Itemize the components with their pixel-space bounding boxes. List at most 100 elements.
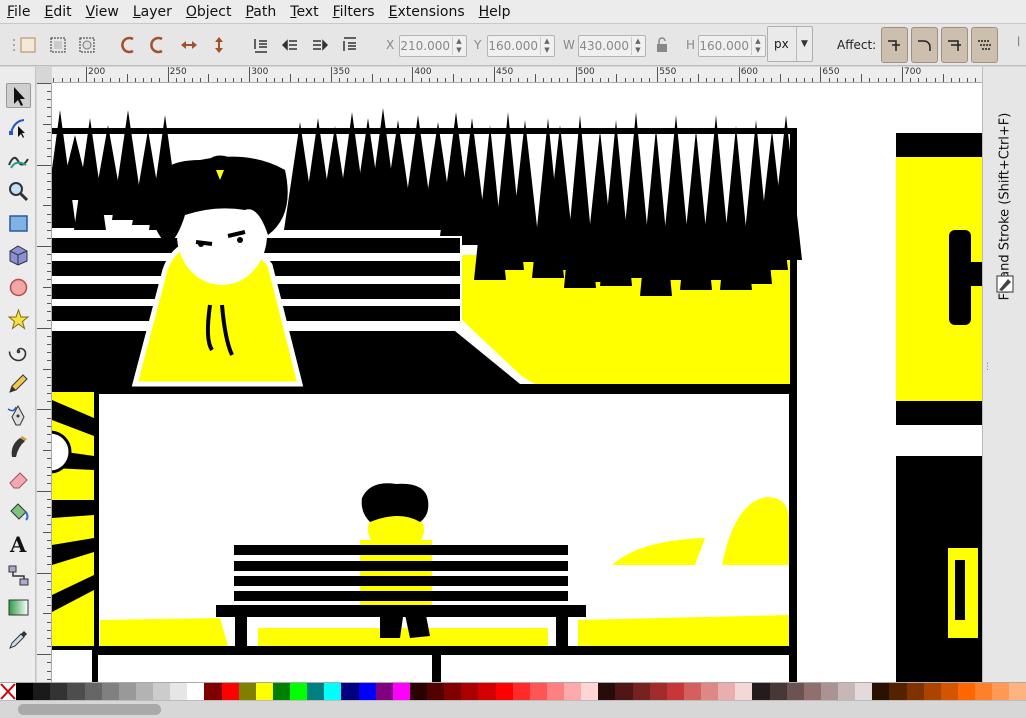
color-swatch[interactable]	[855, 683, 873, 700]
menu-help[interactable]: Help	[472, 0, 518, 24]
color-swatch[interactable]	[187, 683, 205, 700]
deselect-icon[interactable]	[77, 35, 97, 55]
color-swatch[interactable]	[255, 683, 273, 700]
color-swatch[interactable]	[238, 683, 256, 700]
y-spin-arrows[interactable]: ▲ ▼	[540, 37, 553, 55]
text-tool-icon[interactable]: A	[6, 531, 31, 557]
flip-horizontal-icon[interactable]	[179, 35, 199, 55]
menu-edit[interactable]: Edit	[37, 0, 78, 24]
pencil-tool-icon[interactable]	[6, 371, 31, 396]
dock-handle-icon[interactable]: ⋮	[983, 363, 992, 383]
color-swatch[interactable]	[992, 683, 1010, 700]
unit-select[interactable]: px ▼	[767, 26, 813, 62]
raise-to-top-icon[interactable]	[340, 35, 360, 55]
color-swatch[interactable]	[769, 683, 787, 700]
rotate-ccw-icon[interactable]	[119, 35, 139, 55]
menu-path[interactable]: Path	[238, 0, 283, 24]
affect-stroke-width-button[interactable]	[881, 27, 908, 63]
color-swatch[interactable]	[872, 683, 890, 700]
color-swatch[interactable]	[153, 683, 171, 700]
gradient-tool-icon[interactable]	[6, 595, 31, 620]
select-all-icon[interactable]	[18, 35, 38, 55]
w-spin-arrows[interactable]: ▲ ▼	[631, 37, 644, 55]
raise-icon[interactable]	[310, 35, 330, 55]
scrollbar-thumb[interactable]	[18, 704, 161, 715]
rectangle-tool-icon[interactable]	[6, 211, 31, 236]
color-swatch[interactable]	[735, 683, 753, 700]
flip-vertical-icon[interactable]	[209, 35, 229, 55]
3d-box-tool-icon[interactable]	[6, 243, 31, 268]
color-swatch[interactable]	[820, 683, 838, 700]
paint-bucket-tool-icon[interactable]	[6, 499, 31, 524]
color-swatch[interactable]	[1009, 683, 1026, 700]
pen-tool-icon[interactable]	[6, 403, 31, 428]
color-swatch[interactable]	[461, 683, 479, 700]
rotate-cw-icon[interactable]	[148, 35, 168, 55]
color-swatch[interactable]	[632, 683, 650, 700]
color-swatch[interactable]	[324, 683, 342, 700]
color-swatch[interactable]	[204, 683, 222, 700]
height-field[interactable]: 160.000 ▲ ▼	[698, 35, 766, 57]
color-swatch[interactable]	[701, 683, 719, 700]
menu-layer[interactable]: Layer	[126, 0, 179, 24]
color-swatch[interactable]	[33, 683, 51, 700]
x-spin-arrows[interactable]: ▲ ▼	[452, 37, 465, 55]
calligraphy-tool-icon[interactable]	[6, 435, 31, 460]
color-swatch[interactable]	[375, 683, 393, 700]
color-swatch[interactable]	[906, 683, 924, 700]
menu-filters[interactable]: Filters	[326, 0, 382, 24]
affect-rounded-corners-button[interactable]	[911, 27, 938, 63]
color-swatch[interactable]	[923, 683, 941, 700]
color-swatch[interactable]	[170, 683, 188, 700]
color-swatch[interactable]	[838, 683, 856, 700]
node-tool-icon[interactable]	[6, 115, 31, 140]
menu-object[interactable]: Object	[179, 0, 239, 24]
color-swatch[interactable]	[341, 683, 359, 700]
color-swatch[interactable]	[529, 683, 547, 700]
color-swatch[interactable]	[358, 683, 376, 700]
h-spin-arrows[interactable]: ▲ ▼	[751, 37, 764, 55]
lower-icon[interactable]	[280, 35, 300, 55]
color-swatch[interactable]	[546, 683, 564, 700]
color-swatch[interactable]	[307, 683, 325, 700]
color-swatch[interactable]	[683, 683, 701, 700]
color-swatch[interactable]	[478, 683, 496, 700]
color-swatch[interactable]	[444, 683, 462, 700]
color-swatch[interactable]	[135, 683, 153, 700]
color-swatch[interactable]	[16, 683, 34, 700]
color-swatch[interactable]	[957, 683, 975, 700]
color-swatch[interactable]	[512, 683, 530, 700]
fill-stroke-tab[interactable]: Fill and Stroke (Shift+Ctrl+F)	[993, 79, 1017, 359]
color-swatch[interactable]	[118, 683, 136, 700]
horizontal-scrollbar[interactable]	[0, 700, 1026, 718]
affect-patterns-button[interactable]	[971, 27, 998, 63]
selector-tool-icon[interactable]	[6, 83, 31, 108]
color-swatch[interactable]	[272, 683, 290, 700]
color-swatch[interactable]	[392, 683, 410, 700]
no-paint-swatch[interactable]	[0, 683, 16, 700]
color-swatch[interactable]	[84, 683, 102, 700]
drawing-canvas[interactable]	[52, 83, 982, 682]
color-swatch[interactable]	[427, 683, 445, 700]
menu-file[interactable]: File	[0, 0, 37, 24]
lower-to-bottom-icon[interactable]	[251, 35, 271, 55]
tweak-tool-icon[interactable]	[6, 147, 31, 172]
eraser-tool-icon[interactable]	[6, 467, 31, 492]
menu-extensions[interactable]: Extensions	[382, 0, 472, 24]
color-swatch[interactable]	[290, 683, 308, 700]
color-swatch[interactable]	[889, 683, 907, 700]
color-swatch[interactable]	[101, 683, 119, 700]
color-swatch[interactable]	[803, 683, 821, 700]
color-swatch[interactable]	[615, 683, 633, 700]
color-swatch[interactable]	[752, 683, 770, 700]
affect-gradients-button[interactable]	[941, 27, 968, 63]
color-swatch[interactable]	[67, 683, 85, 700]
color-swatch[interactable]	[975, 683, 993, 700]
color-swatch[interactable]	[581, 683, 599, 700]
color-swatch[interactable]	[718, 683, 736, 700]
color-swatch[interactable]	[940, 683, 958, 700]
dropper-tool-icon[interactable]	[6, 627, 31, 652]
color-swatch[interactable]	[786, 683, 804, 700]
color-swatch[interactable]	[409, 683, 427, 700]
color-swatch[interactable]	[598, 683, 616, 700]
